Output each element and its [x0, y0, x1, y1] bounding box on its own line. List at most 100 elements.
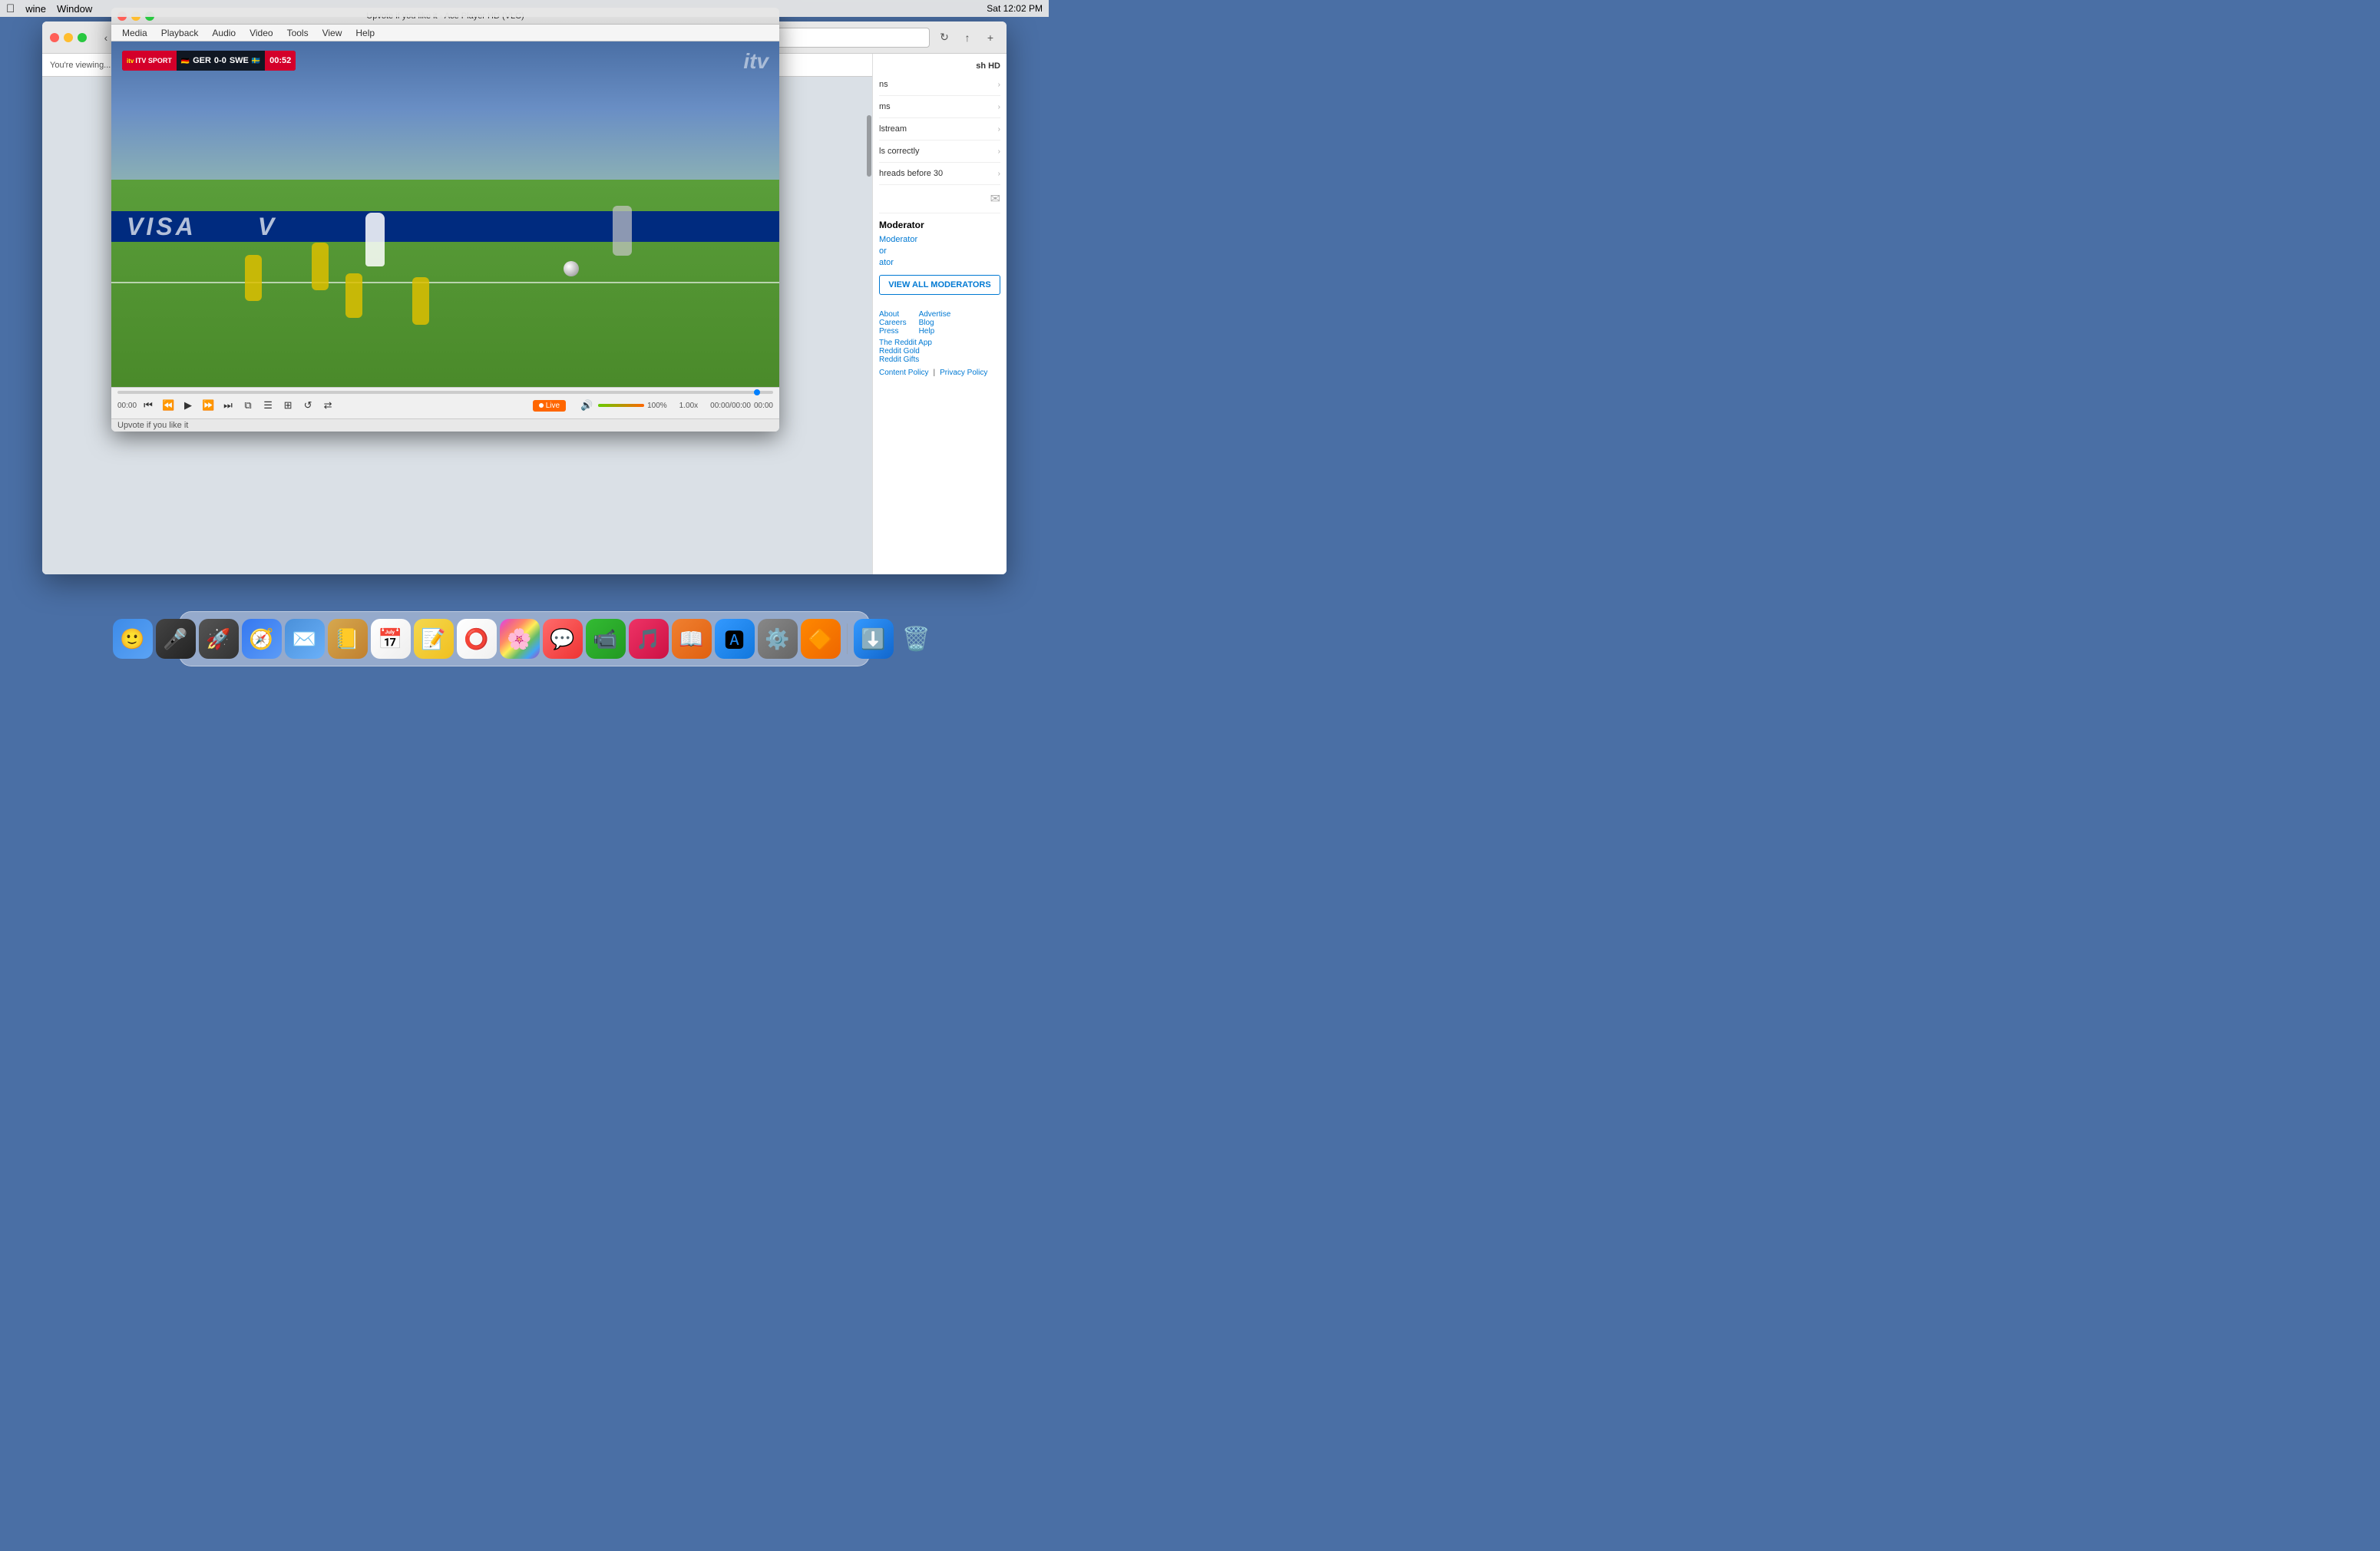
- reload-button[interactable]: ↻: [936, 29, 953, 46]
- share-button[interactable]: ↑: [959, 29, 976, 46]
- vlc-audio-menu[interactable]: Audio: [206, 26, 242, 40]
- dock-facetime[interactable]: 📹: [586, 619, 626, 659]
- dock-items: 🙂 🎤 🚀 🧭 ✉️ 📒 📅 📝 ⭕ 🌸 💬: [104, 619, 946, 663]
- dock-photos[interactable]: 🌸: [500, 619, 540, 659]
- vlc-window: Upvote if you like it - Ace Player HD (V…: [111, 8, 779, 432]
- vlc-menubar: Media Playback Audio Video Tools View He…: [111, 25, 779, 41]
- chevron-icon: ›: [998, 81, 1000, 89]
- contacts-icon: 📒: [335, 627, 359, 651]
- privacy-policy-link[interactable]: Privacy Policy: [940, 369, 987, 377]
- vlc-live-button[interactable]: Live: [533, 400, 566, 412]
- live-dot: [539, 403, 544, 408]
- dock-rocket[interactable]: 🚀: [199, 619, 239, 659]
- pitch-line: [111, 282, 779, 283]
- mail-icon[interactable]: ✉: [990, 193, 1000, 206]
- mod-item-3[interactable]: ator: [879, 258, 1000, 267]
- moderators-section: Moderator Moderator or ator VIEW ALL MOD…: [879, 220, 1000, 295]
- dock-mail[interactable]: ✉️: [285, 619, 325, 659]
- dock-messages-app[interactable]: 💬: [543, 619, 583, 659]
- channel-label: ITV SPORT: [135, 57, 172, 64]
- blog-link[interactable]: Blog: [919, 319, 951, 327]
- content-policy-link[interactable]: Content Policy: [879, 369, 928, 377]
- fullscreen-button[interactable]: [78, 33, 87, 42]
- dock-reminders[interactable]: ⭕: [457, 619, 497, 659]
- safari-icon: 🧭: [249, 627, 273, 651]
- vlc-media-menu[interactable]: Media: [116, 26, 154, 40]
- apple-menu[interactable]: : [6, 2, 15, 15]
- vlc-controls: 00:00 ⏮ ⏪ ▶ ⏩ ⏭ ⧉ ☰ ⊞ ↺ ⇄ Live 🔊 100%: [111, 387, 779, 418]
- dock-notes[interactable]: 📝: [414, 619, 454, 659]
- dock-books[interactable]: 📖: [672, 619, 712, 659]
- dock-finder[interactable]: 🙂: [113, 619, 153, 659]
- mod-item-2[interactable]: or: [879, 246, 1000, 256]
- vlc-play-button[interactable]: ▶: [180, 397, 197, 414]
- vlc-playback-menu[interactable]: Playback: [155, 26, 205, 40]
- vlc-prev-button[interactable]: ⏮: [140, 397, 157, 414]
- window-menu[interactable]: Window: [57, 3, 92, 15]
- reddit-gifts-link[interactable]: Reddit Gifts: [879, 356, 1000, 364]
- vlc-shuffle-button[interactable]: ⇄: [319, 397, 336, 414]
- player-yellow-4: [412, 277, 429, 325]
- team1-label: GER: [193, 56, 211, 65]
- about-link[interactable]: About: [879, 310, 907, 319]
- sidebar-item-ns[interactable]: ns ›: [879, 74, 1000, 96]
- moderator-title: Moderator: [879, 220, 1000, 230]
- press-link[interactable]: Press: [879, 327, 907, 336]
- notification-text: You're viewing...: [50, 61, 111, 70]
- view-all-mods-button[interactable]: VIEW ALL MODERATORS: [879, 275, 1000, 295]
- mod-item-1[interactable]: Moderator: [879, 235, 1000, 244]
- vlc-chapter-button[interactable]: ⧉: [240, 397, 256, 414]
- vlc-help-menu[interactable]: Help: [349, 26, 381, 40]
- reddit-gold-link[interactable]: Reddit Gold: [879, 347, 1000, 356]
- dock-trash[interactable]: 🗑️: [897, 619, 937, 659]
- vlc-mute-button[interactable]: 🔊: [578, 397, 595, 414]
- reddit-app-link[interactable]: The Reddit App: [879, 339, 1000, 347]
- vlc-tools-menu[interactable]: Tools: [281, 26, 315, 40]
- dock-appstore[interactable]: 🅰: [715, 619, 755, 659]
- wine-menu[interactable]: wine: [25, 3, 46, 15]
- sidebar-item-ms[interactable]: ms ›: [879, 96, 1000, 118]
- dock-itunes[interactable]: 🎵: [629, 619, 669, 659]
- minimize-button[interactable]: [64, 33, 73, 42]
- itunes-icon: 🎵: [636, 627, 660, 651]
- scroll-thumb[interactable]: [867, 115, 871, 177]
- vlc-view-menu[interactable]: View: [316, 26, 349, 40]
- hd-label: sh HD: [976, 61, 1000, 71]
- vlc-video-area[interactable]: VISA V itv itv ITV SPORT 🇩🇪: [111, 41, 779, 387]
- dock-system-preferences[interactable]: ⚙️: [758, 619, 798, 659]
- mac-menubar:  wine Window Sat 12:02 PM: [0, 0, 1049, 17]
- advertise-link[interactable]: Advertise: [919, 310, 951, 319]
- dock-contacts[interactable]: 📒: [328, 619, 368, 659]
- vlc-speed: 1.00x: [679, 402, 698, 410]
- vlc-repeat-button[interactable]: ↺: [299, 397, 316, 414]
- scrollbar[interactable]: [866, 100, 872, 536]
- itv-badge: itv ITV SPORT: [122, 51, 177, 71]
- rocket-icon: 🚀: [206, 627, 230, 651]
- sidebar-item-lstream[interactable]: lstream ›: [879, 118, 1000, 141]
- sidebar-item-threads[interactable]: hreads before 30 ›: [879, 163, 1000, 185]
- vlc-duration: 00:00/00:00: [710, 402, 751, 410]
- vlc-extended-button[interactable]: ⊞: [279, 397, 296, 414]
- visa-text: VISA: [127, 213, 197, 241]
- add-tab-button[interactable]: +: [982, 29, 999, 46]
- dock-vlc[interactable]: 🔶: [801, 619, 841, 659]
- vlc-video-menu[interactable]: Video: [243, 26, 279, 40]
- reminders-icon: ⭕: [464, 627, 488, 651]
- dock-calendar[interactable]: 📅: [371, 619, 411, 659]
- careers-link[interactable]: Careers: [879, 319, 907, 327]
- vlc-progress-bar[interactable]: [117, 391, 773, 394]
- vlc-bottom-title-text: Upvote if you like it: [117, 421, 773, 430]
- dock-download[interactable]: ⬇️: [854, 619, 894, 659]
- dock-safari[interactable]: 🧭: [242, 619, 282, 659]
- vlc-playlist-button[interactable]: ☰: [259, 397, 276, 414]
- help-link[interactable]: Help: [919, 327, 951, 336]
- team2-label: SWE: [230, 56, 249, 65]
- vlc-volume-bar[interactable]: [598, 404, 644, 407]
- sidebar-item-correctly[interactable]: ls correctly ›: [879, 141, 1000, 163]
- vlc-prev-frame-button[interactable]: ⏪: [160, 397, 177, 414]
- dock-siri[interactable]: 🎤: [156, 619, 196, 659]
- vlc-next-button[interactable]: ⏭: [220, 397, 236, 414]
- vlc-next-frame-button[interactable]: ⏩: [200, 397, 217, 414]
- player-white-1: [365, 213, 385, 266]
- close-button[interactable]: [50, 33, 59, 42]
